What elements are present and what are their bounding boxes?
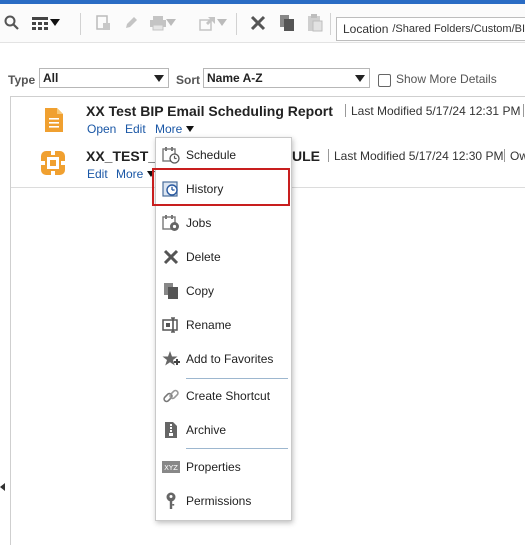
menu-item-label: Archive — [186, 423, 227, 437]
permissions-key-icon — [162, 492, 180, 510]
type-select-value: All — [43, 71, 59, 85]
shortcut-link-icon — [162, 387, 180, 405]
menu-item-label: Permissions — [186, 494, 252, 508]
menu-item-schedule[interactable]: Schedule — [156, 140, 291, 170]
sort-select[interactable]: Name A-Z — [203, 68, 370, 88]
menu-item-delete[interactable]: Delete — [156, 242, 291, 272]
jobs-icon — [162, 214, 180, 232]
item-title-end[interactable]: ULE — [292, 148, 320, 164]
data-model-icon[interactable] — [40, 150, 66, 176]
sort-select-value: Name A-Z — [207, 71, 263, 85]
menu-item-jobs[interactable]: Jobs — [156, 208, 291, 238]
dropdown-caret-icon[interactable] — [49, 13, 61, 33]
item-last-modified: Last Modified 5/17/24 12:31 PM — [339, 104, 520, 118]
menu-separator — [186, 378, 288, 379]
copy-icon — [162, 282, 180, 300]
type-label: Type — [8, 73, 36, 87]
svg-text:XYZ: XYZ — [164, 464, 178, 472]
search-icon[interactable] — [2, 13, 22, 33]
location-path: /Shared Folders/Custom/BIP — [392, 23, 525, 35]
item-owner: Ow — [498, 149, 525, 163]
menu-item-archive[interactable]: Archive — [156, 415, 291, 445]
menu-item-copy[interactable]: Copy — [156, 276, 291, 306]
report-icon[interactable] — [93, 13, 113, 33]
chevron-down-icon — [154, 75, 164, 82]
menu-item-label: Rename — [186, 318, 232, 332]
sort-label: Sort — [176, 73, 200, 87]
menu-item-label: Properties — [186, 460, 241, 474]
menu-separator — [186, 448, 288, 449]
show-more-details-checkbox[interactable] — [378, 74, 391, 87]
copy-icon[interactable] — [277, 13, 297, 33]
edit-link[interactable]: Edit — [87, 167, 108, 181]
properties-icon: XYZ — [162, 458, 180, 476]
paste-icon[interactable] — [305, 13, 325, 33]
toolbar: Location /Shared Folders/Custom/BIP — [0, 4, 525, 43]
menu-item-label: Copy — [186, 284, 215, 298]
open-link[interactable]: Open — [87, 122, 116, 136]
history-highlight-box — [152, 168, 290, 206]
archive-icon — [162, 421, 180, 439]
menu-item-label: Jobs — [186, 216, 212, 230]
share-icon[interactable] — [198, 13, 218, 33]
menu-item-label: Delete — [186, 250, 221, 264]
report-file-icon[interactable] — [44, 108, 64, 132]
chevron-down-icon — [355, 75, 365, 82]
location-field[interactable]: Location /Shared Folders/Custom/BIP — [336, 17, 525, 41]
more-link[interactable]: More — [155, 122, 182, 136]
menu-item-add-to-favorites[interactable]: Add to Favorites — [156, 344, 291, 374]
type-select[interactable]: All — [39, 68, 169, 88]
more-link[interactable]: More — [116, 167, 143, 181]
star-plus-icon — [162, 350, 180, 368]
menu-item-label: Schedule — [186, 148, 237, 162]
menu-item-rename[interactable]: Rename — [156, 310, 291, 340]
schedule-icon — [162, 146, 180, 164]
delete-x-icon[interactable] — [248, 13, 268, 33]
print-dropdown-caret-icon[interactable] — [165, 13, 177, 33]
edit-link[interactable]: Edit — [125, 122, 146, 136]
edit-pencil-icon[interactable] — [121, 13, 141, 33]
item-separator — [517, 104, 525, 118]
item-last-modified: Last Modified 5/17/24 12:30 PM — [322, 149, 503, 163]
menu-item-properties[interactable]: XYZ Properties — [156, 452, 291, 482]
menu-item-create-shortcut[interactable]: Create Shortcut — [156, 381, 291, 411]
collapse-left-arrow-icon[interactable] — [0, 483, 5, 491]
delete-icon — [162, 248, 180, 266]
location-label: Location — [343, 22, 389, 36]
view-grid-icon[interactable] — [30, 13, 50, 33]
share-dropdown-caret-icon[interactable] — [216, 13, 228, 33]
item-title-start[interactable]: XX_TEST_ — [86, 148, 156, 164]
show-more-details-label[interactable]: Show More Details — [396, 72, 497, 86]
menu-item-label: Add to Favorites — [186, 352, 274, 366]
rename-icon — [162, 316, 180, 334]
menu-item-permissions[interactable]: Permissions — [156, 486, 291, 516]
item-title[interactable]: XX Test BIP Email Scheduling Report — [86, 103, 333, 119]
more-caret-icon[interactable] — [186, 126, 194, 132]
menu-item-label: Create Shortcut — [186, 389, 271, 403]
